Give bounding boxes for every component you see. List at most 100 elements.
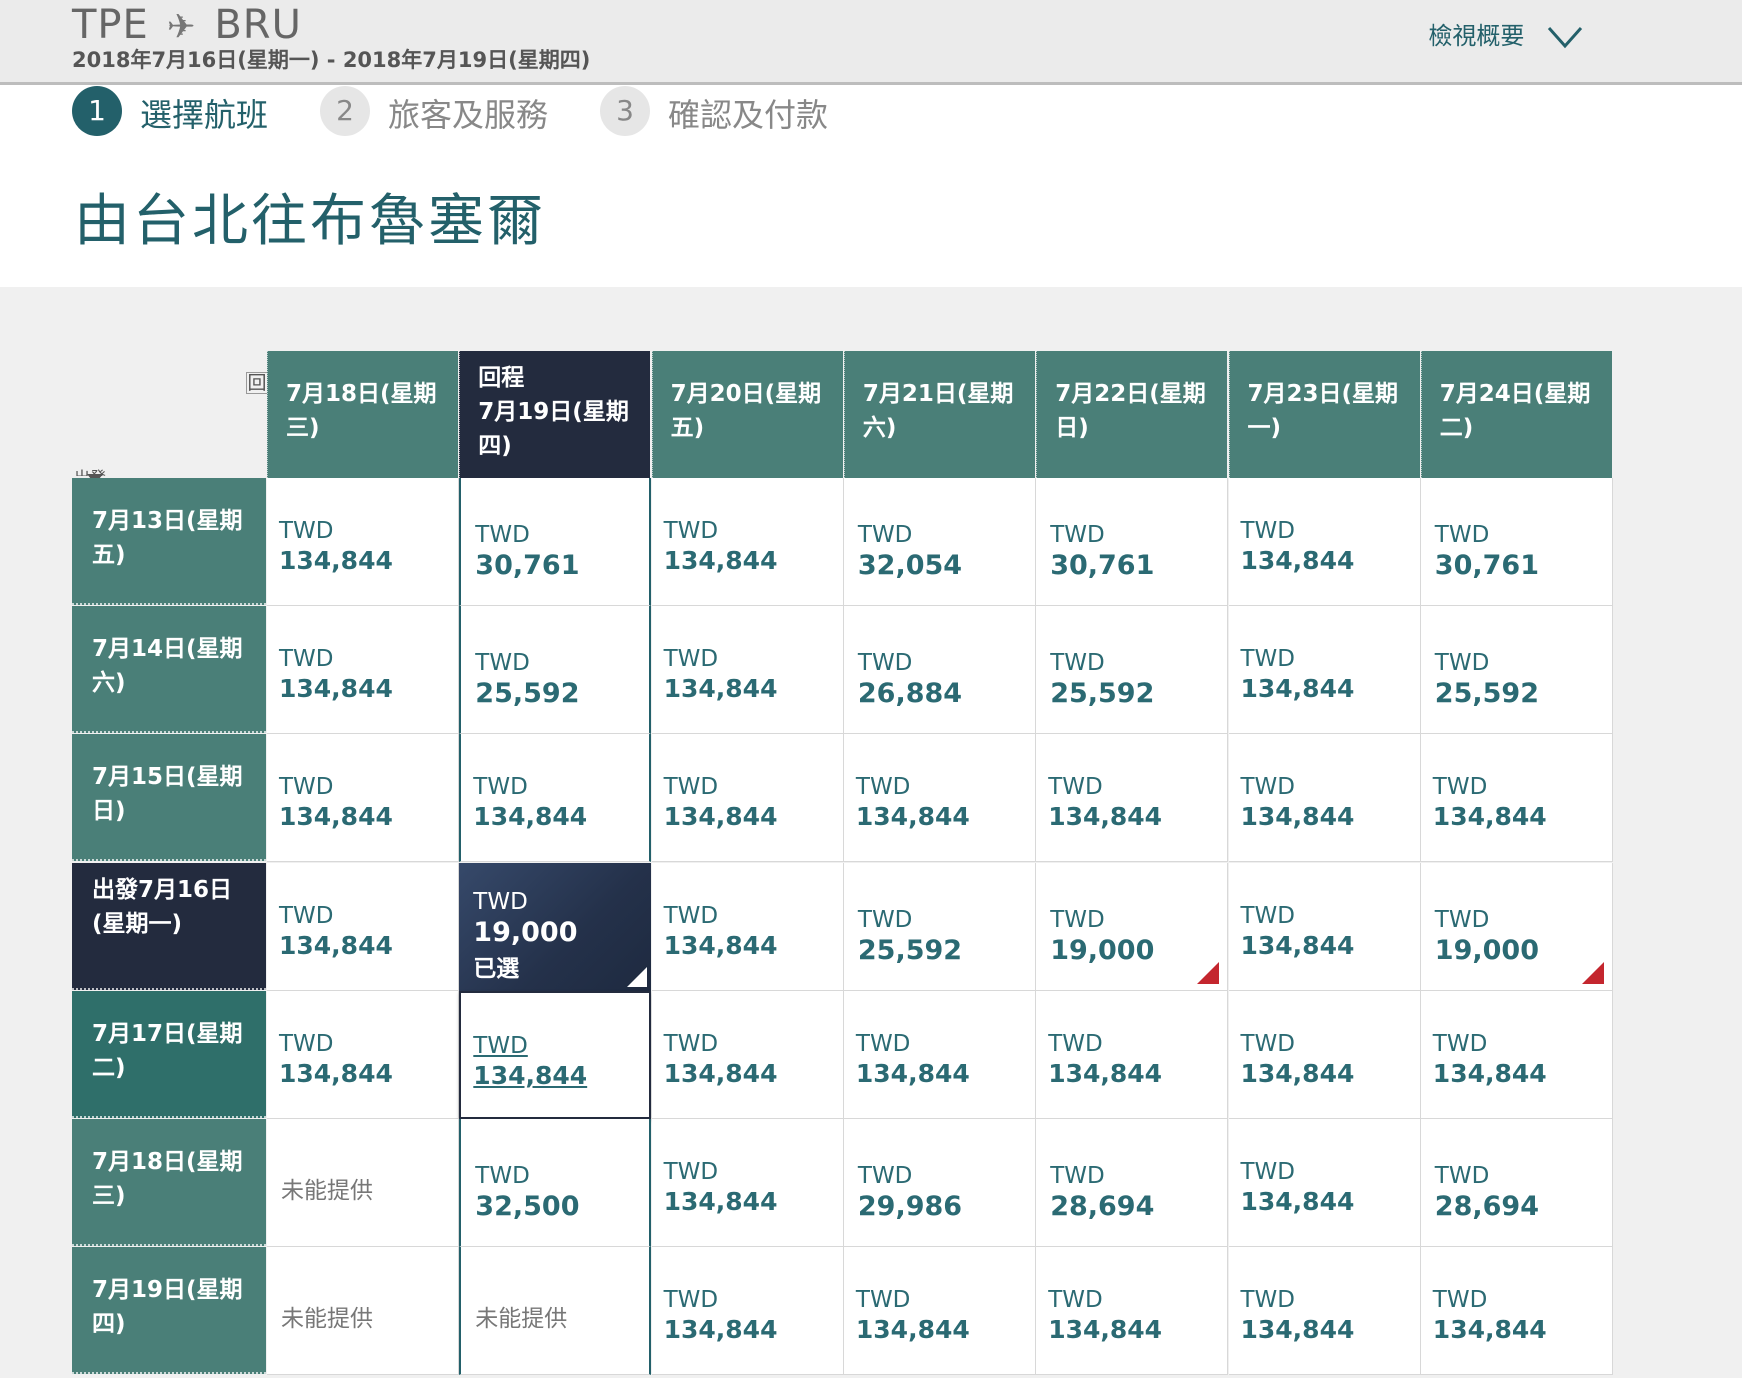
depart-date-row-header[interactable]: 出發7月16日(星期一) xyxy=(72,862,266,990)
fare-cell[interactable]: TWD 134,844 xyxy=(651,478,844,606)
fare-cell[interactable]: TWD 19,000 xyxy=(1036,862,1229,991)
row-date-line2: 三) xyxy=(92,1183,126,1209)
fare-cell[interactable]: TWD 134,844 xyxy=(651,990,844,1119)
fare-cell[interactable]: TWD 134,844 xyxy=(1228,734,1421,863)
depart-date-row-header[interactable]: 7月15日(星期日) xyxy=(72,734,266,862)
column-date-line2: 四) xyxy=(478,433,512,459)
fare-amount: 134,844 xyxy=(473,1060,588,1090)
fare-cell[interactable]: TWD 134,844 xyxy=(651,606,844,735)
fare-cell[interactable]: TWD 134,844 xyxy=(1228,478,1421,606)
fare-cell[interactable]: TWD 25,592 xyxy=(1420,606,1613,735)
depart-date-row-header[interactable]: 7月18日(星期三) xyxy=(72,1119,266,1246)
fare-amount: 19,000 xyxy=(1434,934,1539,966)
fare-cell[interactable]: TWD 134,844 xyxy=(843,1247,1036,1376)
fare-amount: 134,844 xyxy=(279,802,393,832)
fare-currency: TWD xyxy=(855,1287,911,1314)
row-date-line1: 7月15日(星期 xyxy=(92,764,243,791)
fare-currency: TWD xyxy=(663,646,719,673)
return-date-column-header[interactable]: 7月18日(星期 三) xyxy=(267,351,458,478)
itinerary-header: TPE ✈ BRU 2018年7月16日(星期一) - 2018年7月19日(星期四… xyxy=(0,0,1742,85)
fare-cell[interactable]: TWD 32,500 xyxy=(459,1119,652,1247)
fare-currency: TWD xyxy=(663,1159,719,1185)
fare-amount: 134,844 xyxy=(1048,1315,1163,1345)
fare-cell[interactable]: TWD 134,844 xyxy=(459,990,652,1119)
fare-cell[interactable]: TWD 134,844 xyxy=(1420,1247,1613,1376)
fare-currency: TWD xyxy=(279,902,334,929)
fare-cell[interactable]: TWD 134,844 xyxy=(1228,1247,1421,1376)
fare-currency: TWD xyxy=(857,1163,913,1189)
return-date-column-header[interactable]: 7月21日(星期 六) xyxy=(843,351,1035,478)
return-date-column-header[interactable]: 7月24日(星期 二) xyxy=(1420,351,1612,478)
fare-cell[interactable]: TWD 28,694 xyxy=(1420,1119,1613,1247)
fare-cell[interactable]: TWD 134,844 xyxy=(459,734,652,863)
fare-cell[interactable]: TWD 30,761 xyxy=(1036,478,1229,606)
fare-cell[interactable]: TWD 134,844 xyxy=(1036,990,1229,1119)
return-date-column-header[interactable]: 回程 7月19日(星期 四) xyxy=(459,351,651,478)
view-summary-button[interactable]: 檢視概要 xyxy=(1428,16,1584,51)
depart-date-row-header[interactable]: 7月19日(星期四) xyxy=(72,1247,266,1375)
depart-date-row-header[interactable]: 7月17日(星期二) xyxy=(72,990,266,1118)
fare-cell[interactable]: TWD 134,844 xyxy=(651,734,844,863)
fare-cell[interactable]: TWD 134,844 xyxy=(1036,734,1229,863)
fare-currency: TWD xyxy=(857,650,913,677)
fare-cell[interactable]: TWD 30,761 xyxy=(459,478,652,606)
fare-currency: TWD xyxy=(1050,1163,1105,1189)
fare-cell[interactable]: TWD 134,844 xyxy=(651,862,844,991)
return-date-column-header[interactable]: 7月20日(星期 五) xyxy=(651,351,843,478)
fare-cell[interactable]: TWD 25,592 xyxy=(843,862,1036,991)
fare-cell[interactable]: TWD 134,844 xyxy=(267,862,459,991)
fare-cell[interactable]: TWD 134,844 xyxy=(1228,990,1421,1119)
fare-cell[interactable]: TWD 19,000 已選 xyxy=(459,862,652,991)
depart-date-row-header[interactable]: 7月13日(星期五) xyxy=(72,478,266,605)
row-date-line1: 7月19日(星期 xyxy=(92,1277,243,1304)
fare-cell[interactable]: TWD 134,844 xyxy=(267,478,459,606)
fare-cell[interactable]: TWD 134,844 xyxy=(267,606,459,735)
fare-amount: 134,844 xyxy=(1240,802,1355,832)
fare-cell[interactable]: TWD 25,592 xyxy=(1036,606,1229,735)
fare-amount: 25,592 xyxy=(1050,678,1155,710)
fare-currency: TWD xyxy=(1432,1030,1488,1057)
fare-amount: 134,844 xyxy=(1432,1315,1547,1345)
row-date-line1: 7月14日(星期 xyxy=(92,636,243,663)
fare-amount: 134,844 xyxy=(663,1187,778,1216)
fare-amount: 134,844 xyxy=(1240,1058,1355,1088)
fare-currency: TWD xyxy=(663,1287,719,1314)
fare-cell[interactable]: TWD 29,986 xyxy=(843,1119,1036,1247)
fare-amount: 134,844 xyxy=(1240,930,1355,960)
fare-cell[interactable]: TWD 26,884 xyxy=(843,606,1036,735)
depart-date-row-header[interactable]: 7月14日(星期六) xyxy=(72,606,266,734)
destination-code: BRU xyxy=(214,2,302,48)
fare-cell[interactable]: TWD 134,844 xyxy=(1228,862,1421,991)
fare-cell[interactable]: TWD 134,844 xyxy=(651,1247,844,1376)
fare-amount: 134,844 xyxy=(855,1058,970,1088)
fare-cell[interactable]: TWD 28,694 xyxy=(1036,1119,1229,1247)
fare-amount: 134,844 xyxy=(279,930,393,960)
fare-cell[interactable]: TWD 32,054 xyxy=(843,478,1036,606)
fare-cell[interactable]: TWD 134,844 xyxy=(1420,990,1613,1119)
fare-cell[interactable]: TWD 134,844 xyxy=(843,990,1036,1119)
fare-cell[interactable]: TWD 134,844 xyxy=(1228,1119,1421,1247)
return-date-column-header[interactable]: 7月22日(星期 日) xyxy=(1036,351,1228,478)
fare-not-available: 未能提供 xyxy=(281,1178,373,1204)
fare-cell[interactable]: TWD 134,844 xyxy=(843,734,1036,863)
fare-cell[interactable]: TWD 25,592 xyxy=(459,606,652,735)
fare-amount: 134,844 xyxy=(663,930,778,960)
fare-cell[interactable]: TWD 134,844 xyxy=(651,1119,844,1247)
fare-cell[interactable]: TWD 19,000 xyxy=(1420,862,1613,991)
fare-cell[interactable]: TWD 134,844 xyxy=(267,734,459,863)
fare-amount: 134,844 xyxy=(855,802,970,832)
column-date-line2: 一) xyxy=(1247,415,1282,441)
fare-amount: 134,844 xyxy=(279,1058,393,1088)
fare-cell[interactable]: TWD 134,844 xyxy=(1420,734,1613,863)
column-date-line1: 7月24日(星期 xyxy=(1439,381,1591,407)
fare-cell[interactable]: TWD 30,761 xyxy=(1420,478,1613,606)
fare-cell[interactable]: TWD 134,844 xyxy=(1036,1247,1229,1376)
fare-cell[interactable]: TWD 134,844 xyxy=(267,990,459,1119)
fare-amount: 134,844 xyxy=(1240,1315,1355,1345)
fare-cell[interactable]: TWD 134,844 xyxy=(1228,606,1421,735)
fare-amount: 30,761 xyxy=(1434,550,1539,581)
return-date-column-header[interactable]: 7月23日(星期 一) xyxy=(1228,351,1420,478)
fare-currency: TWD xyxy=(857,522,913,548)
fare-currency: TWD xyxy=(1050,650,1105,677)
fare-cell: 未能提供 xyxy=(459,1247,652,1376)
